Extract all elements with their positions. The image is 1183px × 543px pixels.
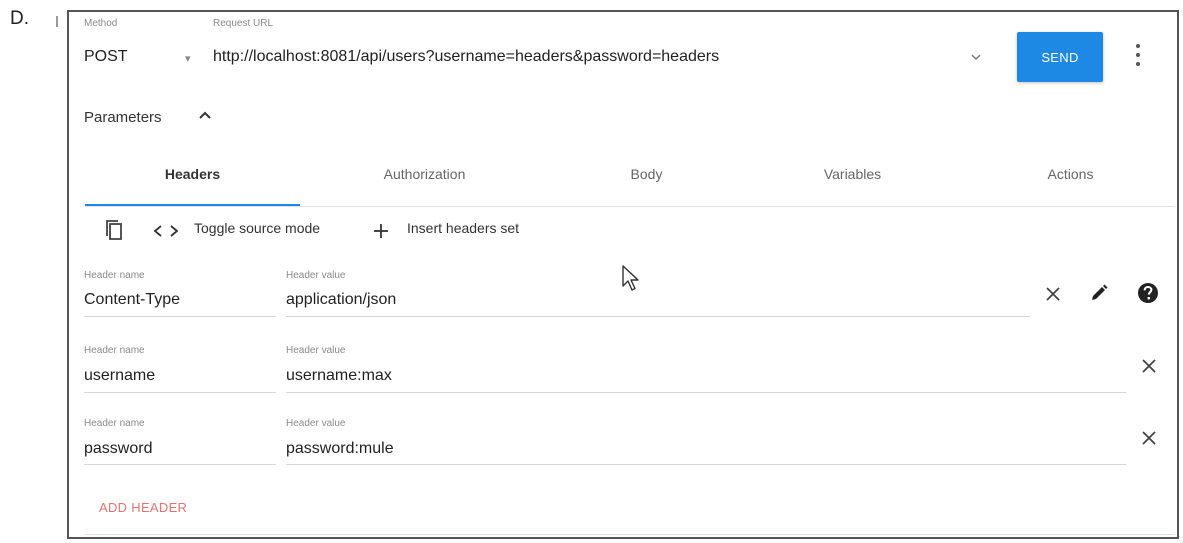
header-value-label: Header value <box>286 345 346 356</box>
header-name-input[interactable]: Content-Type <box>84 291 180 309</box>
method-dropdown-icon[interactable]: ▾ <box>185 52 191 65</box>
header-name-underline <box>84 464 276 465</box>
code-brackets-icon[interactable] <box>153 224 179 238</box>
header-value-input[interactable]: application/json <box>286 291 396 309</box>
more-options-icon[interactable] <box>1135 44 1141 66</box>
parameters-label: Parameters <box>84 109 162 126</box>
plus-icon[interactable] <box>373 223 389 239</box>
header-value-input[interactable]: username:max <box>286 367 392 385</box>
header-name-label: Header name <box>84 345 145 356</box>
insert-headers-set-button[interactable]: Insert headers set <box>407 220 519 236</box>
tab-variables[interactable]: Variables <box>745 166 960 182</box>
page: D. Method POST ▾ Request URL http://loca… <box>0 0 1183 543</box>
header-value-underline <box>286 316 1030 317</box>
chevron-up-icon[interactable] <box>197 108 213 122</box>
bottom-divider <box>85 534 1175 535</box>
header-value-underline <box>286 392 1126 393</box>
copy-icon[interactable] <box>105 219 123 241</box>
edit-pencil-icon[interactable] <box>1089 283 1109 303</box>
stray-mark <box>56 16 58 27</box>
remove-header-close-icon[interactable] <box>1045 286 1061 302</box>
header-name-input[interactable]: password <box>84 440 152 458</box>
active-tab-indicator <box>85 204 300 206</box>
mouse-cursor-icon <box>622 265 639 291</box>
tab-actions[interactable]: Actions <box>963 166 1178 182</box>
header-value-input[interactable]: password:mule <box>286 440 394 458</box>
header-name-label: Header name <box>84 270 145 281</box>
help-icon[interactable] <box>1137 282 1159 304</box>
header-value-underline <box>286 464 1126 465</box>
header-name-label: Header name <box>84 418 145 429</box>
method-select[interactable]: POST <box>84 48 128 66</box>
url-history-chevron-down-icon[interactable] <box>970 52 982 62</box>
add-header-button[interactable]: ADD HEADER <box>99 500 187 515</box>
header-value-label: Header value <box>286 270 346 281</box>
header-name-underline <box>84 392 276 393</box>
tabs-divider <box>85 206 1175 207</box>
tab-body[interactable]: Body <box>539 166 754 182</box>
send-button[interactable]: SEND <box>1017 32 1103 82</box>
header-name-input[interactable]: username <box>84 367 155 385</box>
method-label: Method <box>84 18 118 29</box>
header-name-underline <box>84 316 276 317</box>
toggle-source-mode-button[interactable]: Toggle source mode <box>194 220 320 236</box>
header-value-label: Header value <box>286 418 346 429</box>
url-label: Request URL <box>213 18 274 29</box>
option-letter: D. <box>10 8 29 29</box>
request-panel: Method POST ▾ Request URL http://localho… <box>67 10 1179 539</box>
url-input[interactable]: http://localhost:8081/api/users?username… <box>213 48 719 66</box>
remove-header-close-icon[interactable] <box>1141 358 1157 374</box>
tab-authorization[interactable]: Authorization <box>317 166 532 182</box>
remove-header-close-icon[interactable] <box>1141 430 1157 446</box>
tab-headers[interactable]: Headers <box>85 166 300 182</box>
